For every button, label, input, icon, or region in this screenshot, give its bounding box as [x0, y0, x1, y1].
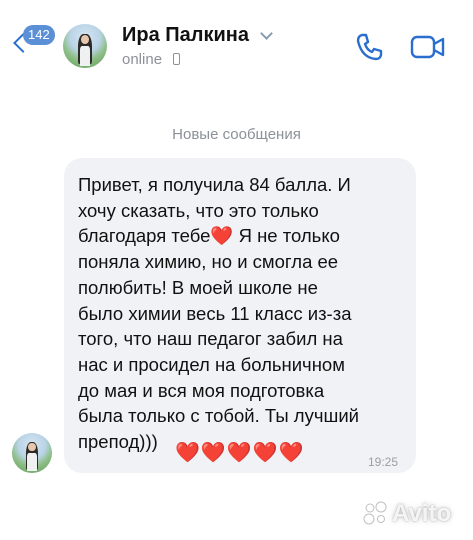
new-messages-divider: Новые сообщения	[172, 126, 301, 143]
chevron-down-icon[interactable]	[260, 27, 273, 40]
call-button[interactable]	[354, 32, 384, 62]
heart-emojis: ❤️❤️❤️❤️❤️	[175, 442, 305, 464]
back-button[interactable]: 142	[12, 22, 58, 60]
online-status: online	[122, 51, 163, 68]
message-time: 19:25	[368, 455, 399, 469]
video-camera-icon	[410, 35, 445, 59]
phone-icon	[356, 33, 383, 61]
sender-avatar[interactable]	[12, 433, 52, 473]
video-call-button[interactable]	[410, 34, 446, 60]
unread-count-badge: 142	[23, 25, 55, 45]
contact-name[interactable]: Ира Палкина	[122, 24, 249, 47]
avito-watermark: Avito	[392, 500, 452, 527]
message-text: Привет, я получила 84 балла. И хочу сказ…	[78, 174, 359, 453]
chat-header: 142 Ира Палкина online	[0, 0, 473, 92]
avito-logo-icon	[363, 501, 387, 525]
mobile-phone-icon	[173, 53, 180, 65]
contact-avatar[interactable]	[63, 24, 107, 68]
